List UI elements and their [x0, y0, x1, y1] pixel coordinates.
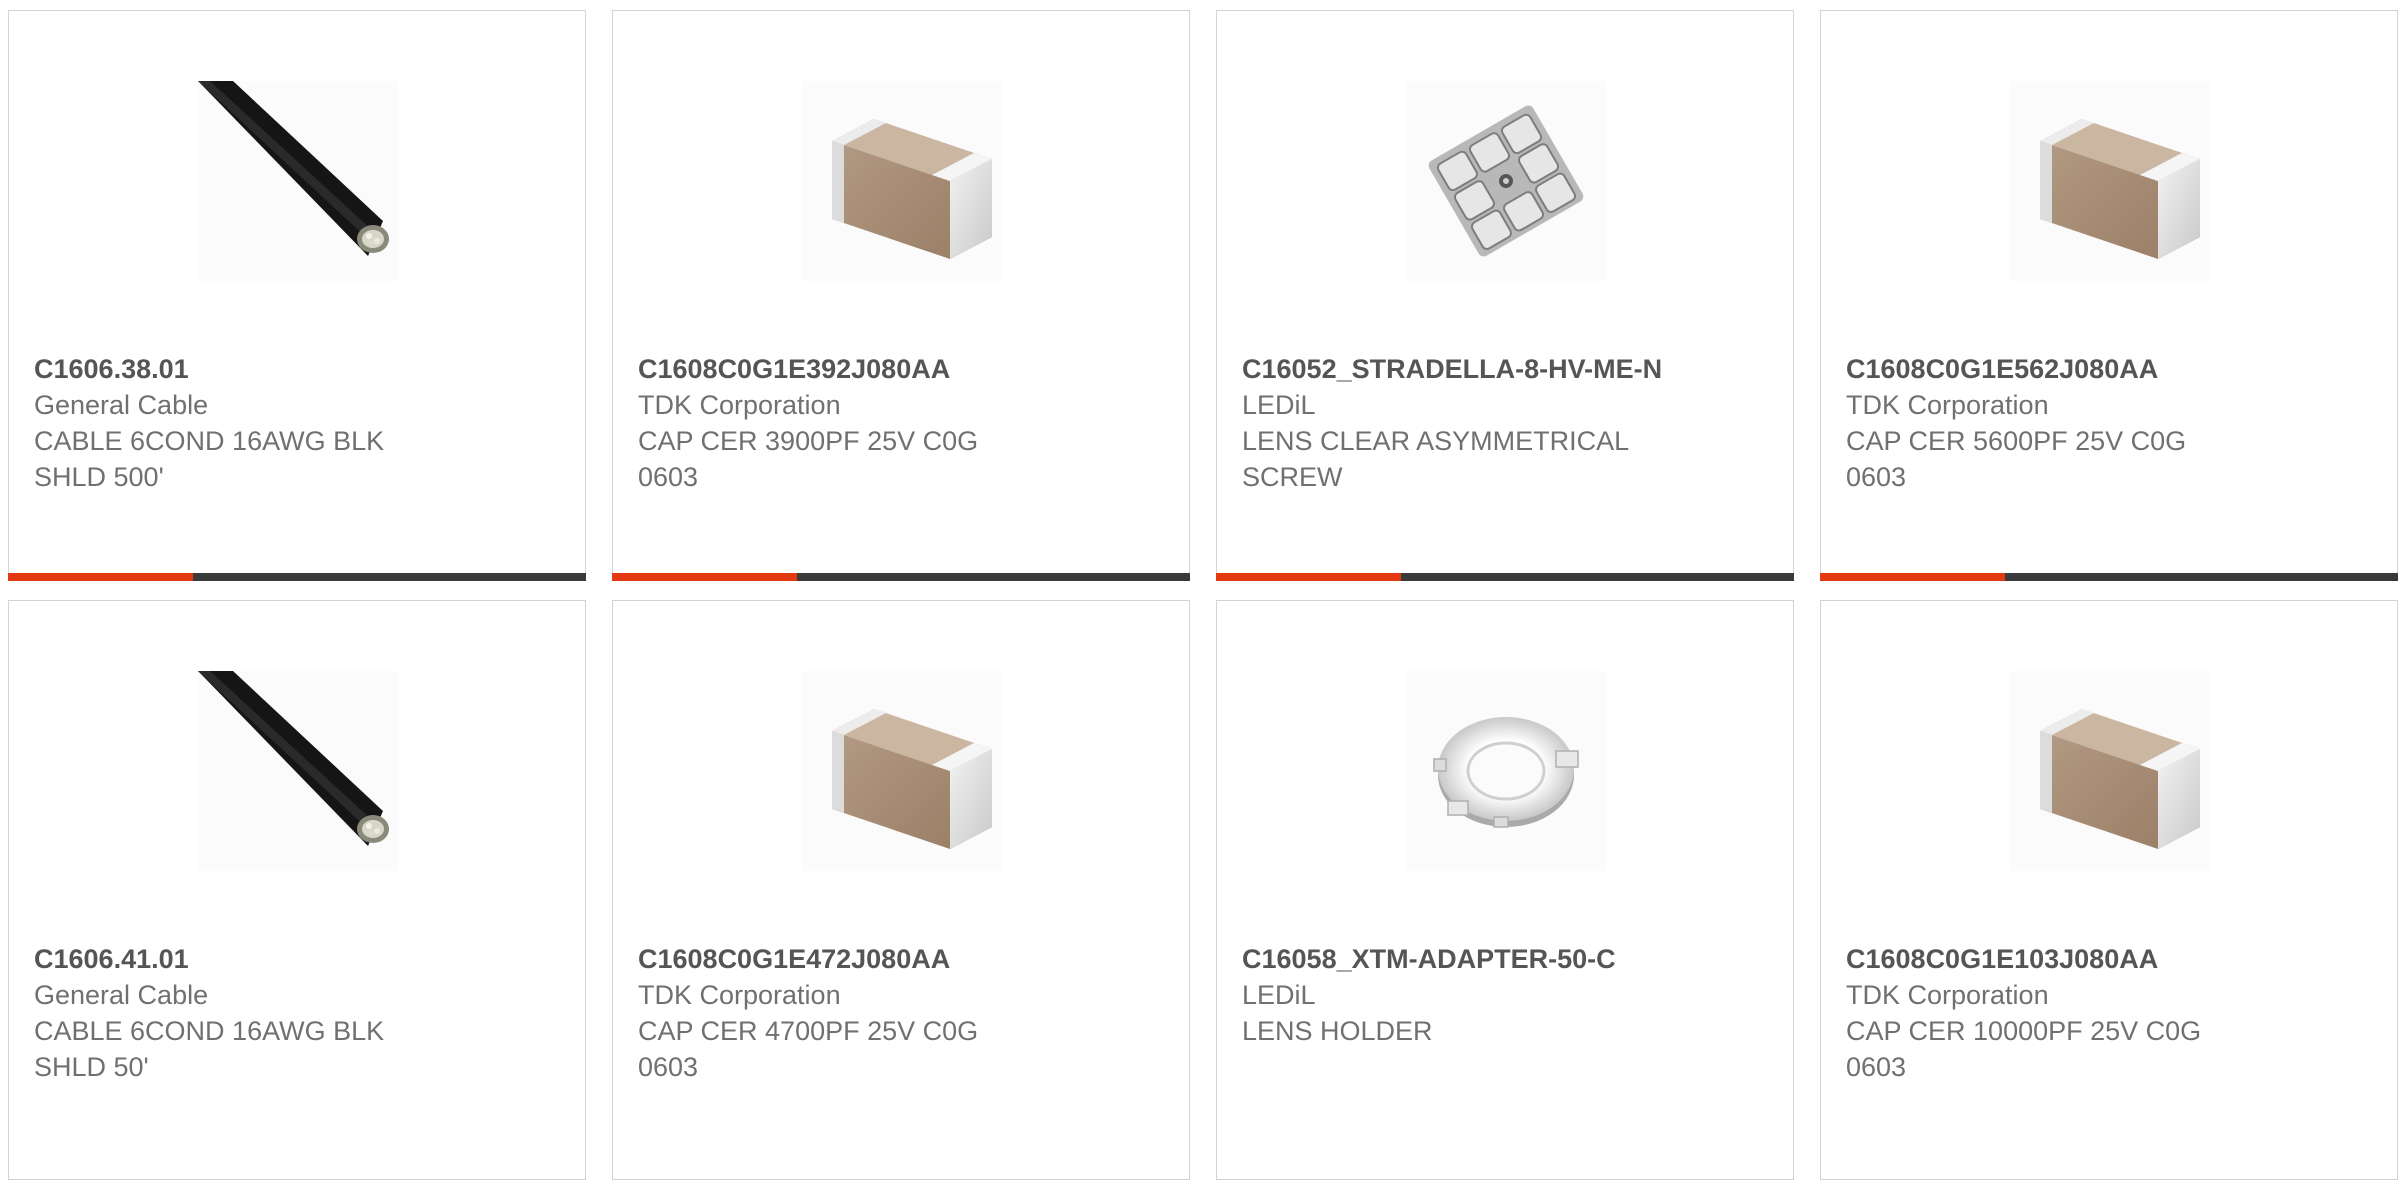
progress-fill	[1820, 573, 2005, 581]
product-info: C1608C0G1E103J080AA TDK Corporation CAP …	[1846, 941, 2376, 1085]
part-number[interactable]: C1606.38.01	[34, 351, 564, 387]
product-info: C1606.41.01 General Cable CABLE 6COND 16…	[34, 941, 564, 1085]
description: CABLE 6COND 16AWG BLK SHLD 500'	[34, 426, 385, 492]
progress-bar	[1216, 573, 1794, 581]
ceramic-capacitor-image[interactable]	[2010, 81, 2210, 281]
progress-fill	[612, 573, 797, 581]
part-number[interactable]: C1608C0G1E472J080AA	[638, 941, 1168, 977]
product-info: C16052_STRADELLA-8-HV-ME-N LEDiL LENS CL…	[1242, 351, 1772, 495]
part-number[interactable]: C1606.41.01	[34, 941, 564, 977]
progress-fill	[8, 573, 193, 581]
part-number[interactable]: C1608C0G1E562J080AA	[1846, 351, 2376, 387]
product-info: C1606.38.01 General Cable CABLE 6COND 16…	[34, 351, 564, 495]
progress-bar	[8, 573, 586, 581]
ceramic-capacitor-image[interactable]	[2010, 671, 2210, 871]
part-number[interactable]: C16058_XTM-ADAPTER-50-C	[1242, 941, 1772, 977]
product-info: C1608C0G1E392J080AA TDK Corporation CAP …	[638, 351, 1168, 495]
manufacturer: LEDiL	[1242, 980, 1316, 1010]
description: LENS CLEAR ASYMMETRICAL SCREW	[1242, 426, 1629, 492]
description: CAP CER 5600PF 25V C0G 0603	[1846, 426, 2187, 492]
product-info: C1608C0G1E472J080AA TDK Corporation CAP …	[638, 941, 1168, 1085]
product-card[interactable]: C1608C0G1E562J080AA TDK Corporation CAP …	[1820, 10, 2398, 581]
lens-holder-ring-image[interactable]	[1406, 671, 1606, 871]
product-grid: C1606.38.01 General Cable CABLE 6COND 16…	[0, 0, 2400, 1180]
part-number[interactable]: C16052_STRADELLA-8-HV-ME-N	[1242, 351, 1772, 387]
progress-fill	[1216, 573, 1401, 581]
product-info: C1608C0G1E562J080AA TDK Corporation CAP …	[1846, 351, 2376, 495]
manufacturer: TDK Corporation	[638, 390, 841, 420]
product-card[interactable]: C1606.38.01 General Cable CABLE 6COND 16…	[8, 10, 586, 581]
manufacturer: TDK Corporation	[1846, 980, 2049, 1010]
product-info: C16058_XTM-ADAPTER-50-C LEDiL LENS HOLDE…	[1242, 941, 1772, 1049]
manufacturer: General Cable	[34, 390, 209, 420]
product-card[interactable]: C16052_STRADELLA-8-HV-ME-N LEDiL LENS CL…	[1216, 10, 1794, 581]
product-card[interactable]: C16058_XTM-ADAPTER-50-C LEDiL LENS HOLDE…	[1216, 600, 1794, 1180]
ceramic-capacitor-image[interactable]	[802, 671, 1002, 871]
description: CABLE 6COND 16AWG BLK SHLD 50'	[34, 1016, 385, 1082]
description: LENS HOLDER	[1242, 1016, 1433, 1046]
part-number[interactable]: C1608C0G1E103J080AA	[1846, 941, 2376, 977]
product-card[interactable]: C1608C0G1E103J080AA TDK Corporation CAP …	[1820, 600, 2398, 1180]
product-card[interactable]: C1608C0G1E472J080AA TDK Corporation CAP …	[612, 600, 1190, 1180]
ceramic-capacitor-image[interactable]	[802, 81, 1002, 281]
progress-bar	[1820, 573, 2398, 581]
description: CAP CER 3900PF 25V C0G 0603	[638, 426, 979, 492]
progress-bar	[612, 573, 1190, 581]
black-cable-image[interactable]	[198, 81, 398, 281]
description: CAP CER 4700PF 25V C0G 0603	[638, 1016, 979, 1082]
lens-array-image[interactable]	[1406, 81, 1606, 281]
product-card[interactable]: C1608C0G1E392J080AA TDK Corporation CAP …	[612, 10, 1190, 581]
manufacturer: TDK Corporation	[638, 980, 841, 1010]
description: CAP CER 10000PF 25V C0G 0603	[1846, 1016, 2202, 1082]
part-number[interactable]: C1608C0G1E392J080AA	[638, 351, 1168, 387]
manufacturer: TDK Corporation	[1846, 390, 2049, 420]
black-cable-image[interactable]	[198, 671, 398, 871]
manufacturer: General Cable	[34, 980, 209, 1010]
manufacturer: LEDiL	[1242, 390, 1316, 420]
product-card[interactable]: C1606.41.01 General Cable CABLE 6COND 16…	[8, 600, 586, 1180]
